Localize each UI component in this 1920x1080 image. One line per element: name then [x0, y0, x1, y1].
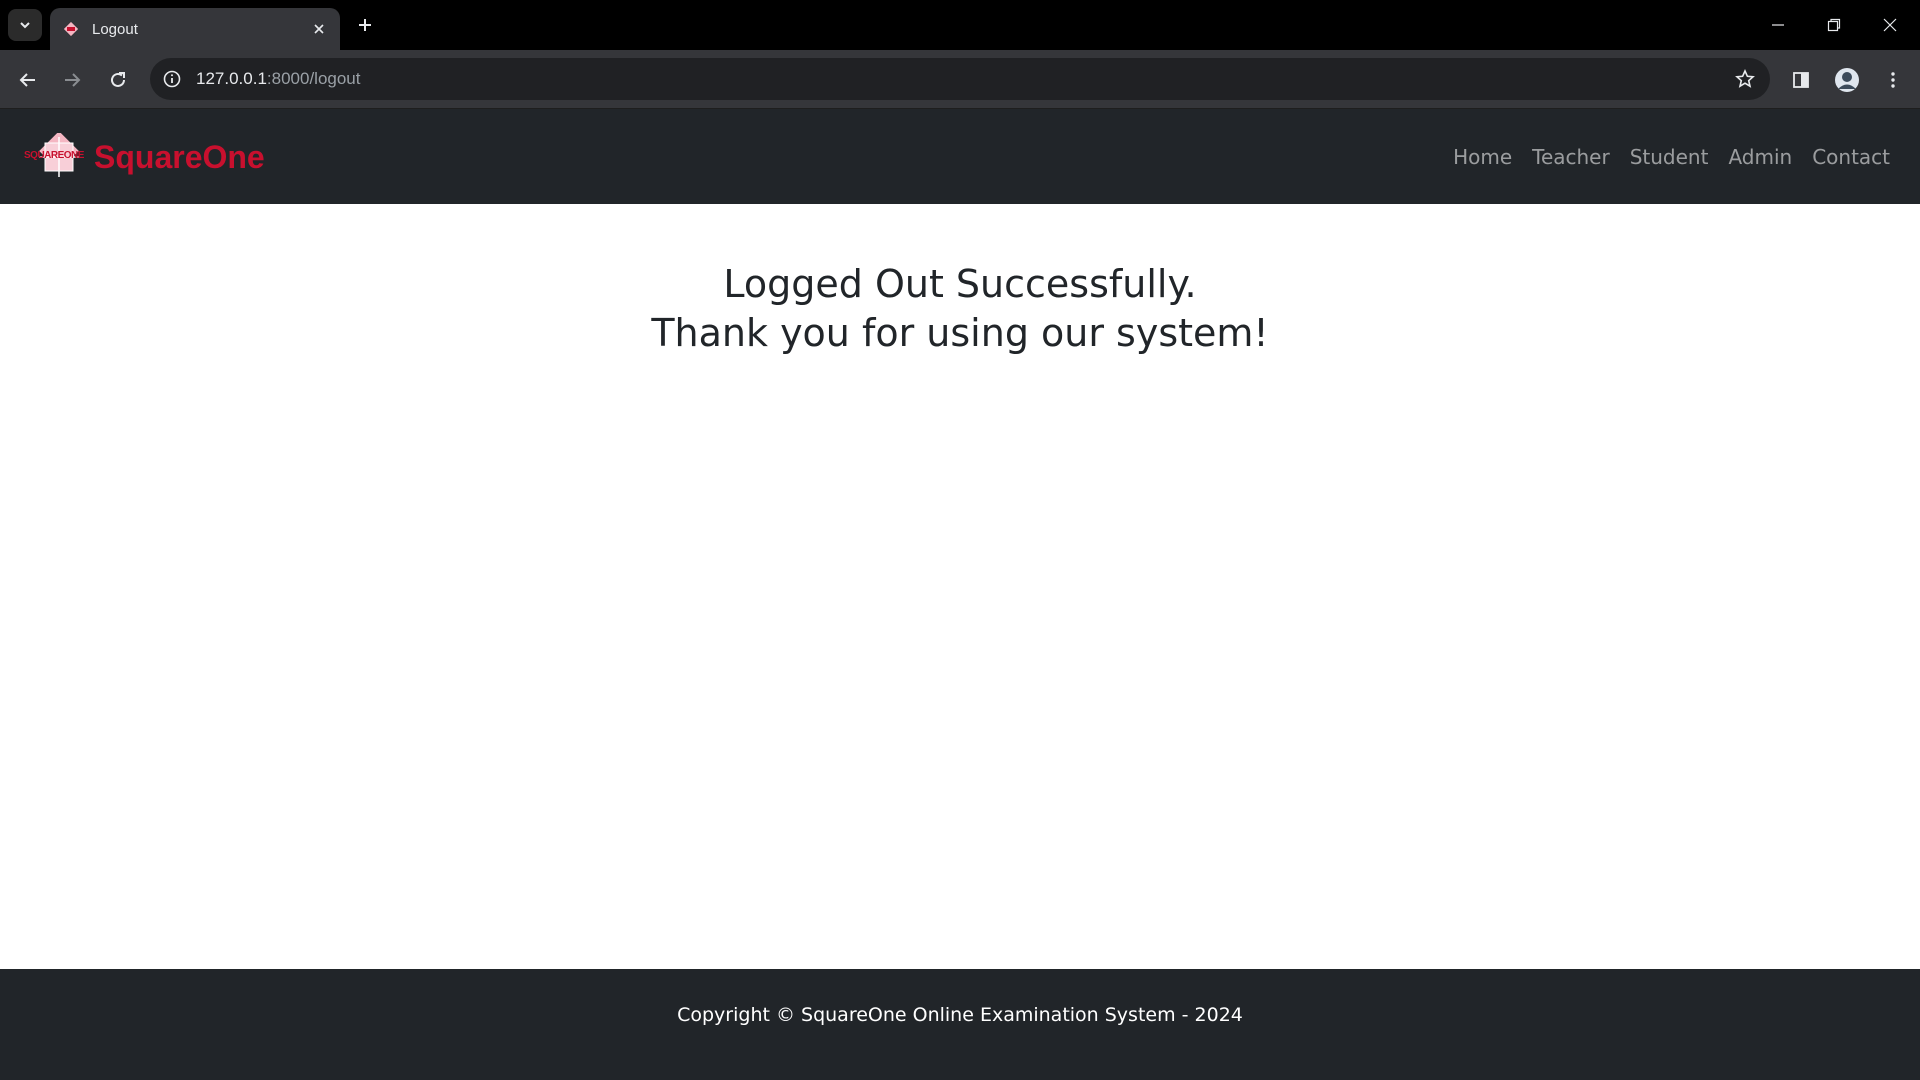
reload-icon [111, 72, 125, 87]
browser-toolbar: 127.0.0.1:8000/logout [0, 50, 1920, 109]
avatar-icon [1835, 68, 1859, 92]
menu-button[interactable] [1875, 62, 1911, 98]
arrow-right-icon [65, 73, 81, 87]
browser-tab-bar: Logout [0, 0, 1920, 50]
site-footer: Copyright © SquareOne Online Examination… [0, 969, 1920, 1080]
reload-button[interactable] [100, 62, 136, 98]
address-bar[interactable]: 127.0.0.1:8000/logout [150, 58, 1770, 100]
nav-teacher-link[interactable]: Teacher [1532, 145, 1610, 169]
url-path: :8000/logout [266, 69, 361, 88]
back-button[interactable] [10, 62, 46, 98]
side-panel-icon [1793, 72, 1809, 88]
main-content: Logged Out Successfully. Thank you for u… [0, 204, 1920, 969]
minimize-button[interactable] [1750, 0, 1806, 50]
chevron-down-icon [20, 22, 30, 29]
tab-search-button[interactable] [8, 9, 42, 41]
url-host: 127.0.0.1 [196, 69, 267, 88]
profile-button[interactable] [1829, 62, 1865, 98]
nav-home-link[interactable]: Home [1453, 145, 1512, 169]
logo: SQUAREONE [24, 133, 88, 181]
restore-button[interactable] [1806, 0, 1862, 50]
info-icon [163, 70, 181, 88]
logout-message: Logged Out Successfully. Thank you for u… [0, 260, 1920, 358]
close-icon [1883, 18, 1897, 32]
nav-admin-link[interactable]: Admin [1728, 145, 1792, 169]
brand-link[interactable]: SQUAREONE SquareOne [24, 133, 265, 181]
side-panel-button[interactable] [1783, 62, 1819, 98]
nav-student-link[interactable]: Student [1630, 145, 1709, 169]
close-window-button[interactable] [1862, 0, 1918, 50]
nav-links: Home Teacher Student Admin Contact [1433, 145, 1890, 169]
favicon-icon [64, 22, 78, 36]
site-navbar: SQUAREONE SquareOne Home Teacher Student… [0, 109, 1920, 204]
new-tab-button[interactable] [348, 10, 382, 40]
plus-icon [359, 19, 371, 31]
tab-title: Logout [92, 20, 138, 38]
star-icon [1735, 69, 1755, 88]
site-info-button[interactable] [152, 59, 192, 99]
bookmark-button[interactable] [1730, 64, 1760, 94]
forward-button[interactable] [54, 62, 90, 98]
thank-you-text: Thank you for using our system! [651, 311, 1269, 355]
restore-icon [1827, 18, 1841, 32]
browser-tab[interactable]: Logout [50, 8, 340, 50]
arrow-left-icon [19, 73, 35, 87]
copyright-text: Copyright © SquareOne Online Examination… [677, 1004, 1243, 1026]
more-vert-icon [1891, 72, 1895, 88]
logout-title: Logged Out Successfully. [723, 262, 1197, 306]
brand-name: SquareOne [94, 138, 265, 175]
minimize-icon [1772, 24, 1784, 26]
close-icon [314, 24, 324, 34]
url-text: 127.0.0.1:8000/logout [196, 69, 361, 89]
nav-contact-link[interactable]: Contact [1812, 145, 1890, 169]
logo-text: SQUAREONE [24, 150, 84, 161]
tab-close-button[interactable] [304, 14, 334, 44]
